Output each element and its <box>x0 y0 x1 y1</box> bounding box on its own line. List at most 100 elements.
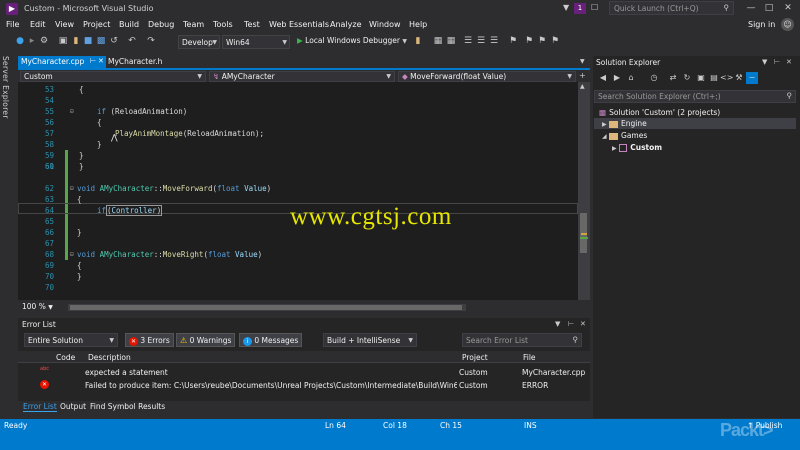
scroll-up-icon[interactable]: ▲ <box>580 83 585 90</box>
menu-view[interactable]: View <box>55 20 74 29</box>
toolbar-icon-e[interactable]: ☰ <box>488 35 500 47</box>
properties-icon[interactable]: ⚒ <box>733 72 745 84</box>
column-project[interactable]: Project <box>462 353 488 362</box>
platform-dropdown[interactable]: Win64 ▼ <box>222 35 290 49</box>
preview-icon[interactable]: − <box>746 72 758 84</box>
panel-menu-icon[interactable]: ▼ <box>555 320 560 328</box>
scope-dropdown[interactable]: Entire Solution ▼ <box>24 333 118 347</box>
panel-pin-icon[interactable]: ⊢ <box>568 320 574 328</box>
tab-output[interactable]: Output <box>60 402 86 411</box>
history-icon[interactable]: ◷ <box>648 72 660 84</box>
menu-project[interactable]: Project <box>83 20 110 29</box>
navigate-icon[interactable]: ⚙ <box>38 35 50 47</box>
bookmark-next-icon[interactable]: ⚑ <box>536 35 548 47</box>
code-view-icon[interactable]: <> <box>720 72 733 84</box>
sign-in-link[interactable]: Sign in <box>748 20 775 29</box>
minimize-button[interactable]: — <box>742 2 760 14</box>
tab-find-symbol-results[interactable]: Find Symbol Results <box>90 402 165 411</box>
open-file-icon[interactable]: ▮ <box>70 35 82 47</box>
split-icon[interactable]: + <box>579 71 586 80</box>
menu-tools[interactable]: Tools <box>213 20 233 29</box>
back-icon[interactable]: ◀ <box>597 72 609 84</box>
configuration-dropdown[interactable]: Develop ▼ <box>178 35 220 49</box>
notification-badge[interactable]: 1 <box>574 3 586 14</box>
forward-icon[interactable]: ▶ <box>611 72 623 84</box>
build-filter-dropdown[interactable]: Build + IntelliSense ▼ <box>323 333 417 347</box>
server-explorer-tab[interactable]: Server Explorer <box>1 56 10 119</box>
bookmark-clear-icon[interactable]: ⚑ <box>549 35 561 47</box>
panel-close-icon[interactable]: ✕ <box>580 320 586 328</box>
menu-build[interactable]: Build <box>119 20 139 29</box>
start-debugging-button[interactable]: ▶ Local Windows Debugger ▼ <box>297 36 407 45</box>
save-all-icon[interactable]: ▩ <box>95 35 107 47</box>
undo-icon[interactable]: ↶ <box>126 35 138 47</box>
toolbar-icon-a[interactable]: ▦ <box>432 35 444 47</box>
editor-vertical-scrollbar[interactable] <box>578 82 590 300</box>
tab-mycharacter-h[interactable]: MyCharacter.h <box>108 57 162 66</box>
horizontal-scroll-thumb[interactable] <box>70 305 462 310</box>
tree-node-solution[interactable]: ▩ Solution 'Custom' (2 projects) <box>599 108 720 117</box>
feedback-icon[interactable]: ☐ <box>591 3 598 12</box>
profile-icon[interactable]: ☺ <box>781 18 794 31</box>
solution-search-input[interactable]: Search Solution Explorer (Ctrl+;) ⚲ <box>594 90 796 103</box>
menu-debug[interactable]: Debug <box>148 20 174 29</box>
maximize-button[interactable]: □ <box>760 2 778 14</box>
column-code[interactable]: Code <box>56 353 75 362</box>
quick-launch-input[interactable]: Quick Launch (Ctrl+Q) ⚲ <box>609 1 734 15</box>
save-icon[interactable]: ■ <box>82 35 94 47</box>
errors-filter-button[interactable]: ✕ 3 Errors <box>125 333 174 347</box>
menu-team[interactable]: Team <box>183 20 204 29</box>
menu-window[interactable]: Window <box>369 20 401 29</box>
warnings-filter-button[interactable]: ⚠ 0 Warnings <box>176 333 236 347</box>
column-description[interactable]: Description <box>88 353 131 362</box>
messages-filter-button[interactable]: i 0 Messages <box>239 333 303 347</box>
tree-node-custom[interactable]: ▶ Custom <box>612 143 662 152</box>
sync-icon[interactable]: ⇄ <box>667 72 679 84</box>
home-icon[interactable]: ⌂ <box>625 72 637 84</box>
toolbar-icon-d[interactable]: ☰ <box>475 35 487 47</box>
bookmark-icon[interactable]: ⚑ <box>507 35 519 47</box>
bookmark-prev-icon[interactable]: ⚑ <box>523 35 535 47</box>
code-line: 68 ⊟ void AMyCharacter::MoveRight(float Va… <box>44 250 263 259</box>
tab-mycharacter-cpp[interactable]: MyCharacter.cpp ⊢ ✕ <box>18 56 106 68</box>
forward-icon[interactable]: ▸ <box>26 35 38 47</box>
new-project-icon[interactable]: ▣ <box>57 35 69 47</box>
solution-folder-icon[interactable]: ▮ <box>412 35 424 47</box>
close-button[interactable]: ✕ <box>779 2 797 14</box>
tab-error-list[interactable]: Error List <box>23 402 57 412</box>
back-icon[interactable]: ● <box>14 35 26 47</box>
member-nav-dropdown[interactable]: ◆ MoveForward(float Value) ▼ <box>398 71 576 82</box>
filter-icon[interactable]: ▼ <box>563 3 569 12</box>
redo-icon[interactable]: ↷ <box>145 35 157 47</box>
panel-pin-icon[interactable]: ⊢ <box>774 58 780 66</box>
error-search-input[interactable]: Search Error List ⚲ <box>462 333 582 347</box>
tab-list-dropdown-icon[interactable]: ▼ <box>580 58 585 65</box>
collapse-icon[interactable]: ▣ <box>695 72 707 84</box>
tab-underline <box>18 68 590 70</box>
menu-test[interactable]: Test <box>244 20 260 29</box>
column-file[interactable]: File <box>523 353 536 362</box>
menu-analyze[interactable]: Analyze <box>330 20 362 29</box>
code-editor[interactable]: 53{ 54 55 ⊟ if (ReloadAnimation) 56{ 57 Pla… <box>18 82 578 300</box>
panel-menu-icon[interactable]: ▼ <box>762 58 767 66</box>
menu-web-essentials[interactable]: Web Essentials <box>269 20 329 29</box>
code-line: 56{ <box>44 118 102 127</box>
project-nav-dropdown[interactable]: Custom ▼ <box>20 71 206 82</box>
panel-close-icon[interactable]: ✕ <box>786 58 792 66</box>
refresh-icon[interactable]: ↻ <box>681 72 693 84</box>
menu-edit[interactable]: Edit <box>30 20 46 29</box>
zoom-level[interactable]: 100 % ▼ <box>22 302 53 311</box>
close-tab-icon[interactable]: ✕ <box>98 56 104 66</box>
error-description: expected a statement <box>85 368 168 377</box>
show-files-icon[interactable]: ▤ <box>708 72 720 84</box>
toolbar-icon-c[interactable]: ☰ <box>462 35 474 47</box>
tree-node-games[interactable]: ◢ Games <box>602 131 647 140</box>
menu-file[interactable]: File <box>6 20 19 29</box>
code-line: 59} <box>44 151 84 160</box>
cut-icon[interactable]: ↺ <box>108 35 120 47</box>
menu-help[interactable]: Help <box>409 20 427 29</box>
tree-node-engine[interactable]: ▶ Engine <box>602 119 647 128</box>
class-nav-dropdown[interactable]: ↯ AMyCharacter ▼ <box>209 71 395 82</box>
toolbar-icon-b[interactable]: ▦ <box>445 35 457 47</box>
pin-icon[interactable]: ⊢ <box>90 56 96 66</box>
